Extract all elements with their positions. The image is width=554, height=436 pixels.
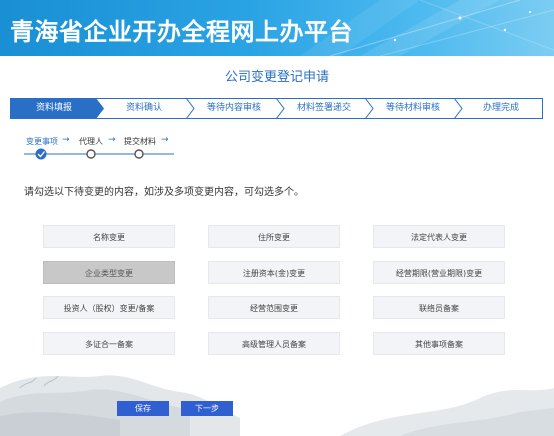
check-circle-icon — [35, 148, 47, 160]
option-term-change[interactable]: 经营期限(营业期限)变更 — [373, 261, 505, 284]
option-investor-change[interactable]: 投资人（股权）变更/备案 — [43, 296, 175, 319]
sub-progress: 变更事项 → 代理人 → 提交材料 → — [24, 135, 224, 166]
pending-circle-icon — [86, 149, 96, 159]
step-content-review: 等待内容审核 — [206, 103, 261, 113]
option-capital-change[interactable]: 注册资本(金)变更 — [208, 261, 340, 284]
option-legal-rep-change[interactable]: 法定代表人变更 — [373, 225, 505, 248]
next-step-button[interactable]: 下一步 — [181, 401, 233, 416]
step-sign-submit: 材料签署递交 — [296, 103, 351, 113]
option-other-record[interactable]: 其他事项备案 — [373, 332, 505, 355]
option-name-change[interactable]: 名称变更 — [43, 225, 175, 248]
step-complete: 办理完成 — [482, 103, 519, 113]
step-data-entry: 资料填报 — [35, 103, 72, 113]
substep-track — [24, 148, 174, 160]
option-liaison-record[interactable]: 联络员备案 — [373, 296, 505, 319]
instruction-text: 请勾选以下待变更的内容，如涉及多项变更内容，可勾选多个。 — [24, 187, 304, 198]
save-button[interactable]: 保存 — [117, 401, 169, 416]
header-banner: 青海省企业开办全程网上办平台 — [0, 0, 554, 56]
step-data-confirm: 资料确认 — [125, 103, 162, 113]
arrow-right-icon: → — [62, 135, 70, 145]
step-material-review: 等待材料审核 — [385, 103, 440, 113]
arrow-right-icon: → — [161, 135, 169, 145]
pending-circle-icon — [134, 149, 144, 159]
option-scope-change[interactable]: 经营范围变更 — [208, 296, 340, 319]
platform-title: 青海省企业开办全程网上办平台 — [10, 18, 353, 46]
page-title: 公司变更登记申请 — [224, 70, 329, 85]
mountain-scenery-image — [0, 375, 554, 436]
progress-steps: 资料填报 资料确认 等待内容审核 材料签署递交 等待材料审核 办理完成 — [10, 98, 543, 119]
arrow-right-icon: → — [108, 135, 116, 145]
option-address-change[interactable]: 住所变更 — [208, 225, 340, 248]
option-company-type-change[interactable]: 企业类型变更 — [43, 261, 175, 284]
option-senior-mgmt-record[interactable]: 高级管理人员备案 — [208, 332, 340, 355]
option-multi-cert-record[interactable]: 多证合一备案 — [43, 332, 175, 355]
